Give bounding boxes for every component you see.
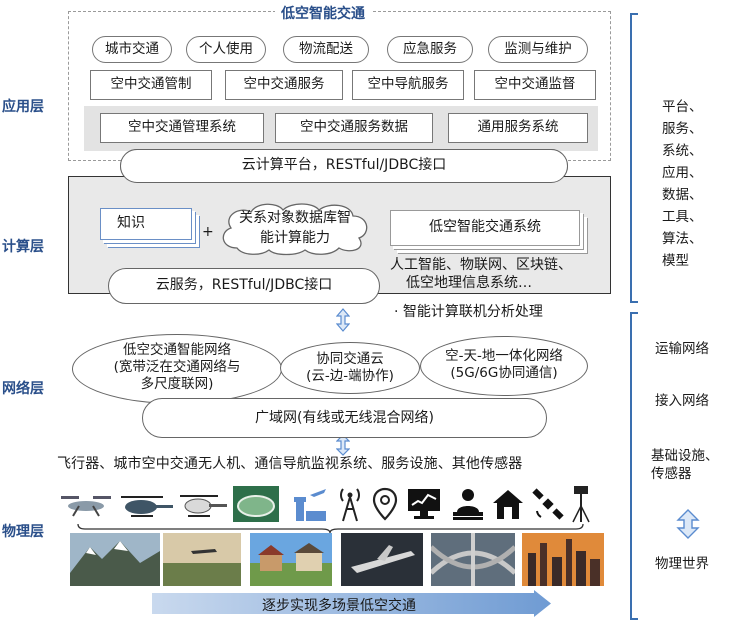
layer-label-application: 应用层 (2, 99, 44, 115)
knowledge-stack: 知识 (100, 208, 192, 240)
satellite-icon (530, 484, 566, 524)
drone-icon (58, 484, 114, 524)
photo-highway-interchange (429, 533, 517, 586)
service-box: 空中交通管制 (90, 70, 212, 100)
network-cloud-sag-line-2: (5G/6G协同通信) (450, 365, 558, 381)
database-line-1: 关系对象数据库智 (239, 210, 351, 226)
weather-station-icon (568, 484, 594, 524)
right-transport-network: 运输网络 (655, 341, 709, 357)
right-item: 系统、 (662, 143, 703, 159)
database-cloud: 关系对象数据库智 能计算能力 (217, 200, 373, 256)
layer-label-network: 网络层 (2, 381, 44, 397)
photo-aircraft-night (341, 533, 423, 586)
lowalt-system-stack: 低空智能交通系统 (390, 210, 580, 246)
right-item: 平台、 (662, 99, 703, 115)
scenario-pill: 监测与维护 (488, 36, 588, 63)
application-title: 低空智能交通 (275, 3, 371, 23)
right-item: 应用、 (662, 165, 703, 181)
photo-mountains (70, 533, 160, 586)
scenario-pill: 个人使用 (186, 36, 266, 63)
cloud-platform-banner-overlay: 云计算平台，RESTful/JDBC接口 (120, 149, 568, 183)
network-cloud-lowalt-line-1: 低空交通智能网络 (123, 342, 231, 358)
scenario-pill: 应急服务 (387, 36, 473, 63)
layer-label-physical: 物理层 (2, 524, 44, 540)
photo-houses (250, 533, 332, 586)
progress-text: 逐步实现多场景低空交通 (262, 598, 416, 614)
plus-sign: + (202, 224, 214, 240)
scenario-pill: 物流配送 (283, 36, 369, 63)
right-access-network: 接入网络 (655, 393, 709, 409)
service-box: 空中导航服务 (352, 70, 464, 100)
network-cloud-coop: 协同交通云 (云-边-端协作) (280, 342, 420, 394)
physical-devices-text: 飞行器、城市空中交通无人机、通信导航监视系统、服务设施、其他传感器 (57, 456, 523, 472)
airport-icon (290, 484, 330, 524)
network-cloud-lowalt-line-2: (宽带泛在交通网络与 (113, 359, 241, 375)
cloud-service-banner: 云服务，RESTful/JDBC接口 (108, 268, 380, 304)
helicopter-icon (178, 484, 230, 524)
compute-note: · 智能计算联机分析处理 (394, 304, 543, 320)
right-infra-line-1: 基础设施、 (651, 448, 719, 464)
right-infra-line-2: 传感器 (651, 466, 692, 482)
system-box: 空中交通管理系统 (100, 113, 264, 143)
tech-line-2: 低空地理信息系统… (406, 275, 532, 291)
helicopter-drone-icon (116, 484, 176, 524)
network-cloud-coop-line-1: 协同交通云 (316, 351, 384, 367)
network-cloud-sag-line-1: 空-天-地一体化网络 (445, 348, 563, 364)
network-cloud-lowalt: 低空交通智能网络 (宽带泛在交通网络与 多尺度联网) (72, 334, 282, 404)
right-item: 算法、 (662, 231, 703, 247)
double-arrow-icon (336, 308, 350, 332)
right-item: 工具、 (662, 209, 703, 225)
tech-line-1: 人工智能、物联网、区块链、 (390, 257, 572, 273)
right-bracket-upper (630, 13, 638, 303)
scenario-pill: 城市交通 (92, 36, 172, 63)
right-item: 模型 (662, 253, 689, 269)
layer-label-compute: 计算层 (2, 239, 44, 255)
wan-banner: 广域网(有线或无线混合网络) (142, 398, 547, 438)
location-pin-icon (370, 484, 400, 524)
smart-home-icon (490, 484, 526, 524)
network-cloud-space-air-ground: 空-天-地一体化网络 (5G/6G协同通信) (420, 336, 588, 396)
service-box: 空中交通监督 (474, 70, 596, 100)
operator-icon (450, 484, 486, 524)
double-arrow-icon (676, 509, 700, 539)
right-item: 数据、 (662, 187, 703, 203)
right-bracket-lower (630, 312, 638, 620)
antenna-icon (334, 484, 366, 524)
right-item: 服务、 (662, 121, 703, 137)
network-cloud-lowalt-line-3: 多尺度联网) (140, 376, 214, 392)
stadium-icon (232, 484, 280, 524)
network-cloud-coop-line-2: (云-边-端协作) (306, 368, 394, 384)
right-physical-world: 物理世界 (655, 556, 709, 572)
database-line-2: 能计算能力 (260, 230, 330, 246)
system-box: 通用服务系统 (448, 113, 588, 143)
service-box: 空中交通服务 (225, 70, 343, 100)
photo-aircraft-over-field (163, 533, 241, 586)
monitor-icon (404, 484, 444, 524)
physical-brace (77, 523, 584, 533)
system-box: 空中交通服务数据 (275, 113, 433, 143)
photo-city-skyline (522, 533, 604, 586)
